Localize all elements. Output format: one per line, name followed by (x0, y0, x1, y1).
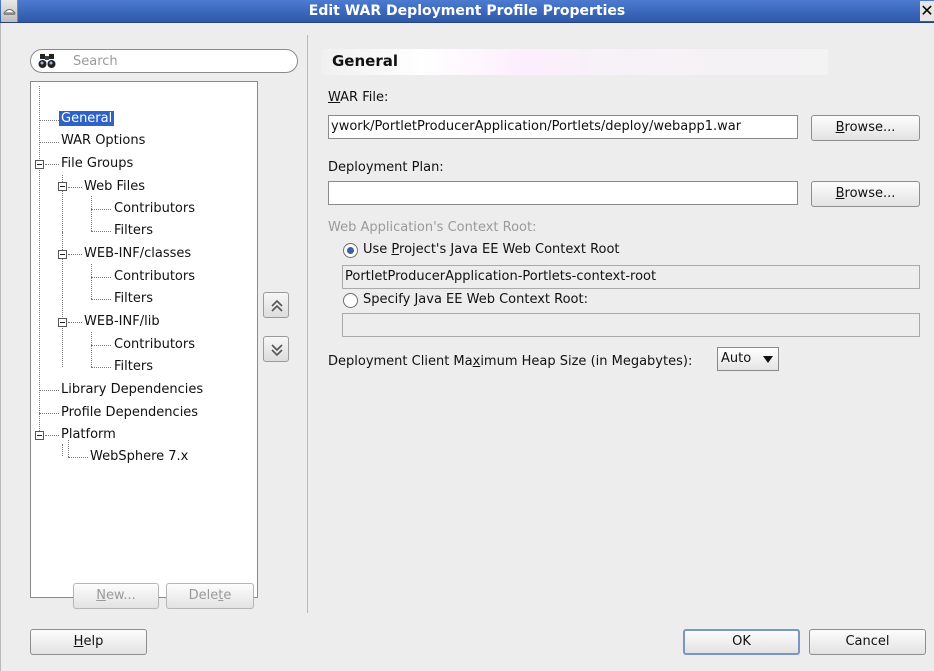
use-project-context-root-label[interactable]: Use Project's Java EE Web Context Root (363, 242, 620, 257)
tree-connector (39, 413, 59, 414)
tree-item-lib-filters[interactable]: Filters (112, 357, 155, 377)
cancel-button[interactable]: Cancel (809, 629, 926, 655)
tree-connector (62, 300, 63, 367)
search-input[interactable] (71, 52, 286, 70)
tree-item-web-inf-lib[interactable]: WEB-INF/lib (82, 312, 162, 332)
tree-item-web-files-filters[interactable]: Filters (112, 221, 155, 241)
close-icon[interactable]: ✕ (920, 1, 934, 21)
tree-connector (91, 332, 92, 367)
help-button[interactable]: Help (30, 629, 147, 655)
tree-item-websphere[interactable]: WebSphere 7.x (88, 447, 190, 467)
search-box[interactable] (30, 49, 298, 73)
move-up-icon (271, 299, 283, 312)
tree-connector (68, 254, 82, 255)
tree-connector (39, 390, 59, 391)
deployment-plan-browse-button[interactable]: Browse... (811, 181, 920, 207)
tree-item-profile-dependencies[interactable]: Profile Dependencies (59, 403, 200, 423)
tree-connector (91, 277, 111, 278)
tree-connector (62, 444, 63, 456)
war-file-browse-button[interactable]: Browse... (811, 115, 920, 141)
tree-connector (91, 299, 111, 300)
tree-item-general[interactable]: General (59, 109, 115, 129)
collapse-icon[interactable] (58, 182, 67, 191)
dropdown-caret-icon (763, 356, 773, 363)
tree-connector (91, 209, 111, 210)
tree-connector (91, 345, 111, 346)
tree-item-file-groups[interactable]: File Groups (59, 154, 135, 174)
collapse-icon[interactable] (35, 160, 44, 169)
project-context-root-field: PortletProducerApplication-Portlets-cont… (342, 265, 920, 289)
tree-connector (68, 457, 88, 458)
tree-item-platform[interactable]: Platform (59, 425, 118, 445)
specify-context-root-field (342, 313, 920, 337)
move-down-button[interactable] (263, 336, 289, 362)
tree-connector (68, 187, 82, 188)
tree-item-classes-contributors[interactable]: Contributors (112, 267, 197, 287)
nav-tree[interactable]: General WAR Options File Groups Web File… (30, 81, 258, 598)
tree-item-web-inf-classes[interactable]: WEB-INF/classes (82, 244, 193, 264)
delete-button[interactable]: Delete (166, 583, 254, 609)
tree-connector (62, 232, 63, 298)
tree-connector (45, 435, 59, 436)
heap-size-label: Deployment Client Maximum Heap Size (in … (328, 354, 693, 369)
tree-connector (91, 231, 111, 232)
tree-connector (39, 142, 59, 143)
tree-connector (45, 164, 59, 165)
section-header: General (322, 49, 828, 75)
heap-size-dropdown[interactable]: Auto (717, 347, 779, 371)
tree-connector (39, 86, 40, 433)
tree-item-library-dependencies[interactable]: Library Dependencies (59, 380, 205, 400)
window-title: Edit WAR Deployment Profile Properties (308, 3, 626, 19)
war-file-field[interactable]: ywork/PortletProducerApplication/Portlet… (328, 115, 798, 139)
move-down-icon (271, 344, 283, 357)
dialog-body: General WAR Options File Groups Web File… (0, 23, 934, 671)
collapse-icon[interactable] (58, 318, 67, 327)
tree-connector (91, 264, 92, 299)
use-project-context-root-radio[interactable] (343, 243, 358, 258)
tree-item-web-files[interactable]: Web Files (82, 177, 147, 197)
tree-connector (68, 322, 82, 323)
collapse-icon[interactable] (35, 431, 44, 440)
tree-connector (39, 120, 59, 121)
move-up-button[interactable] (263, 292, 289, 318)
deployment-plan-label: Deployment Plan: (328, 160, 444, 175)
tree-item-war-options[interactable]: WAR Options (59, 131, 147, 151)
deployment-plan-field[interactable] (328, 181, 798, 205)
context-root-label: Web Application's Context Root: (328, 220, 537, 235)
tree-connector (91, 367, 111, 368)
title-bar: Edit WAR Deployment Profile Properties ✕ (0, 0, 934, 23)
tree-item-web-files-contributors[interactable]: Contributors (112, 199, 197, 219)
pane-divider[interactable] (307, 35, 308, 613)
collapse-icon[interactable] (58, 250, 67, 259)
binoculars-icon (38, 54, 56, 68)
war-file-label: WAR File: (328, 90, 389, 105)
specify-context-root-radio[interactable] (343, 293, 358, 308)
ok-button[interactable]: OK (683, 629, 800, 655)
tree-item-classes-filters[interactable]: Filters (112, 289, 155, 309)
new-button[interactable]: New... (73, 583, 159, 609)
tree-connector (91, 196, 92, 231)
tree-item-lib-contributors[interactable]: Contributors (112, 335, 197, 355)
section-title: General (332, 52, 398, 70)
specify-context-root-label[interactable]: Specify Java EE Web Context Root: (363, 292, 588, 307)
